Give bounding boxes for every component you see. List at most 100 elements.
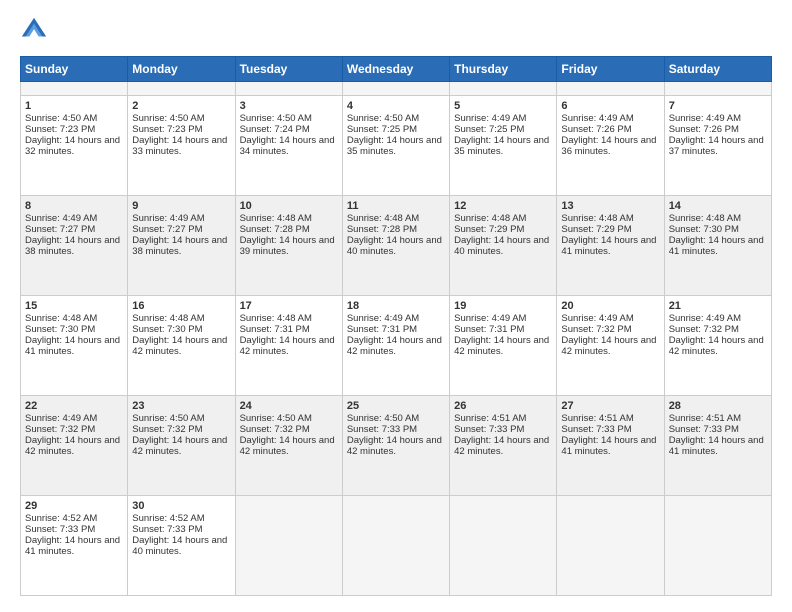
daylight: Daylight: 14 hours and 41 minutes.	[669, 435, 764, 457]
daylight: Daylight: 14 hours and 40 minutes.	[454, 235, 549, 257]
sunset: Sunset: 7:28 PM	[347, 224, 417, 235]
day-number: 16	[132, 300, 230, 312]
table-row: 19Sunrise: 4:49 AMSunset: 7:31 PMDayligh…	[450, 295, 557, 395]
daylight: Daylight: 14 hours and 42 minutes.	[132, 335, 227, 357]
table-row: 23Sunrise: 4:50 AMSunset: 7:32 PMDayligh…	[128, 395, 235, 495]
sunset: Sunset: 7:33 PM	[669, 424, 739, 435]
sunrise: Sunrise: 4:52 AM	[132, 513, 204, 524]
table-row	[664, 495, 771, 595]
sunset: Sunset: 7:33 PM	[561, 424, 631, 435]
daylight: Daylight: 14 hours and 35 minutes.	[347, 135, 442, 157]
day-number: 30	[132, 500, 230, 512]
sunrise: Sunrise: 4:49 AM	[25, 213, 97, 224]
table-row: 20Sunrise: 4:49 AMSunset: 7:32 PMDayligh…	[557, 295, 664, 395]
day-number: 27	[561, 400, 659, 412]
sunset: Sunset: 7:32 PM	[669, 324, 739, 335]
table-row: 21Sunrise: 4:49 AMSunset: 7:32 PMDayligh…	[664, 295, 771, 395]
table-row	[557, 82, 664, 96]
table-row: 16Sunrise: 4:48 AMSunset: 7:30 PMDayligh…	[128, 295, 235, 395]
day-number: 2	[132, 100, 230, 112]
calendar-week-row: 22Sunrise: 4:49 AMSunset: 7:32 PMDayligh…	[21, 395, 772, 495]
sunrise: Sunrise: 4:49 AM	[25, 413, 97, 424]
sunrise: Sunrise: 4:50 AM	[240, 113, 312, 124]
day-number: 26	[454, 400, 552, 412]
table-row: 6Sunrise: 4:49 AMSunset: 7:26 PMDaylight…	[557, 95, 664, 195]
sunset: Sunset: 7:32 PM	[561, 324, 631, 335]
table-row: 8Sunrise: 4:49 AMSunset: 7:27 PMDaylight…	[21, 195, 128, 295]
day-number: 29	[25, 500, 123, 512]
sunrise: Sunrise: 4:50 AM	[132, 413, 204, 424]
day-number: 9	[132, 200, 230, 212]
table-row: 2Sunrise: 4:50 AMSunset: 7:23 PMDaylight…	[128, 95, 235, 195]
daylight: Daylight: 14 hours and 34 minutes.	[240, 135, 335, 157]
day-number: 1	[25, 100, 123, 112]
daylight: Daylight: 14 hours and 42 minutes.	[132, 435, 227, 457]
sunrise: Sunrise: 4:48 AM	[25, 313, 97, 324]
day-number: 6	[561, 100, 659, 112]
daylight: Daylight: 14 hours and 41 minutes.	[561, 235, 656, 257]
daylight: Daylight: 14 hours and 41 minutes.	[25, 335, 120, 357]
sunrise: Sunrise: 4:49 AM	[561, 113, 633, 124]
sunset: Sunset: 7:28 PM	[240, 224, 310, 235]
daylight: Daylight: 14 hours and 40 minutes.	[132, 535, 227, 557]
day-number: 24	[240, 400, 338, 412]
sunset: Sunset: 7:33 PM	[454, 424, 524, 435]
sunset: Sunset: 7:33 PM	[347, 424, 417, 435]
sunrise: Sunrise: 4:48 AM	[240, 213, 312, 224]
sunrise: Sunrise: 4:49 AM	[669, 313, 741, 324]
col-sunday: Sunday	[21, 57, 128, 82]
day-number: 19	[454, 300, 552, 312]
table-row: 14Sunrise: 4:48 AMSunset: 7:30 PMDayligh…	[664, 195, 771, 295]
sunset: Sunset: 7:30 PM	[132, 324, 202, 335]
table-row	[450, 495, 557, 595]
sunrise: Sunrise: 4:50 AM	[347, 413, 419, 424]
calendar-week-row	[21, 82, 772, 96]
daylight: Daylight: 14 hours and 39 minutes.	[240, 235, 335, 257]
day-number: 18	[347, 300, 445, 312]
day-number: 8	[25, 200, 123, 212]
sunset: Sunset: 7:30 PM	[25, 324, 95, 335]
table-row: 9Sunrise: 4:49 AMSunset: 7:27 PMDaylight…	[128, 195, 235, 295]
daylight: Daylight: 14 hours and 42 minutes.	[347, 335, 442, 357]
sunrise: Sunrise: 4:49 AM	[132, 213, 204, 224]
table-row: 27Sunrise: 4:51 AMSunset: 7:33 PMDayligh…	[557, 395, 664, 495]
sunset: Sunset: 7:27 PM	[25, 224, 95, 235]
daylight: Daylight: 14 hours and 41 minutes.	[25, 535, 120, 557]
sunrise: Sunrise: 4:48 AM	[669, 213, 741, 224]
day-number: 14	[669, 200, 767, 212]
sunset: Sunset: 7:33 PM	[25, 524, 95, 535]
day-number: 7	[669, 100, 767, 112]
sunrise: Sunrise: 4:51 AM	[454, 413, 526, 424]
table-row: 30Sunrise: 4:52 AMSunset: 7:33 PMDayligh…	[128, 495, 235, 595]
table-row: 22Sunrise: 4:49 AMSunset: 7:32 PMDayligh…	[21, 395, 128, 495]
sunset: Sunset: 7:31 PM	[240, 324, 310, 335]
table-row	[342, 495, 449, 595]
table-row: 4Sunrise: 4:50 AMSunset: 7:25 PMDaylight…	[342, 95, 449, 195]
sunset: Sunset: 7:31 PM	[454, 324, 524, 335]
day-number: 5	[454, 100, 552, 112]
table-row	[128, 82, 235, 96]
daylight: Daylight: 14 hours and 42 minutes.	[561, 335, 656, 357]
daylight: Daylight: 14 hours and 36 minutes.	[561, 135, 656, 157]
col-thursday: Thursday	[450, 57, 557, 82]
daylight: Daylight: 14 hours and 35 minutes.	[454, 135, 549, 157]
table-row	[450, 82, 557, 96]
day-number: 11	[347, 200, 445, 212]
calendar-header-row: Sunday Monday Tuesday Wednesday Thursday…	[21, 57, 772, 82]
sunset: Sunset: 7:32 PM	[25, 424, 95, 435]
sunrise: Sunrise: 4:48 AM	[240, 313, 312, 324]
table-row	[235, 495, 342, 595]
table-row: 15Sunrise: 4:48 AMSunset: 7:30 PMDayligh…	[21, 295, 128, 395]
table-row: 28Sunrise: 4:51 AMSunset: 7:33 PMDayligh…	[664, 395, 771, 495]
sunrise: Sunrise: 4:50 AM	[347, 113, 419, 124]
calendar-week-row: 8Sunrise: 4:49 AMSunset: 7:27 PMDaylight…	[21, 195, 772, 295]
daylight: Daylight: 14 hours and 38 minutes.	[132, 235, 227, 257]
sunset: Sunset: 7:29 PM	[454, 224, 524, 235]
table-row: 3Sunrise: 4:50 AMSunset: 7:24 PMDaylight…	[235, 95, 342, 195]
daylight: Daylight: 14 hours and 40 minutes.	[347, 235, 442, 257]
day-number: 10	[240, 200, 338, 212]
col-saturday: Saturday	[664, 57, 771, 82]
day-number: 20	[561, 300, 659, 312]
sunset: Sunset: 7:32 PM	[240, 424, 310, 435]
col-wednesday: Wednesday	[342, 57, 449, 82]
